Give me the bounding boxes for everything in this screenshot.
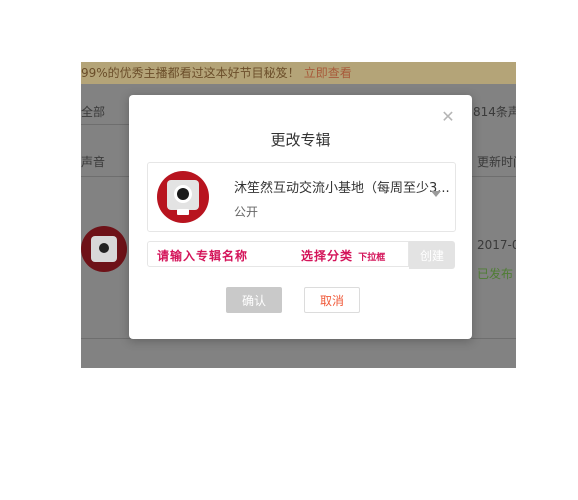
audio-count: 814条声 [473, 105, 516, 119]
cancel-button[interactable]: 取消 [304, 287, 360, 313]
change-album-dialog: 更改专辑 ✕ 沐笙然互动交流小基地（每周至少3... 公开 请输入专辑名称 选择… [129, 95, 472, 339]
column-header-update-time: 更新时间 [477, 155, 516, 169]
album-dropdown[interactable]: 沐笙然互动交流小基地（每周至少3... 公开 [147, 162, 456, 232]
chevron-down-icon [431, 191, 441, 197]
promo-banner: 99%的优秀主播都看过这本好节目秘笈！ 立即查看 [81, 62, 516, 84]
dialog-title: 更改专辑 [270, 131, 331, 149]
create-album-button[interactable]: 创建 [409, 241, 455, 269]
tab-all[interactable]: 全部 [81, 103, 105, 120]
promo-banner-text: 99%的优秀主播都看过这本好节目秘笈！ [81, 66, 300, 80]
promo-banner-link[interactable]: 立即查看 [304, 66, 352, 80]
column-header-audio: 声音 [81, 155, 106, 169]
album-visibility: 公开 [234, 205, 259, 219]
close-icon[interactable]: ✕ [440, 109, 456, 125]
album-avatar [157, 171, 209, 223]
new-album-name-input[interactable] [147, 241, 409, 267]
confirm-button[interactable]: 确认 [226, 287, 282, 313]
album-name: 沐笙然互动交流小基地（每周至少3... [234, 181, 450, 196]
track-status: 已发布 [477, 267, 514, 281]
track-date: 2017-0 [477, 238, 516, 252]
track-avatar [81, 226, 127, 272]
